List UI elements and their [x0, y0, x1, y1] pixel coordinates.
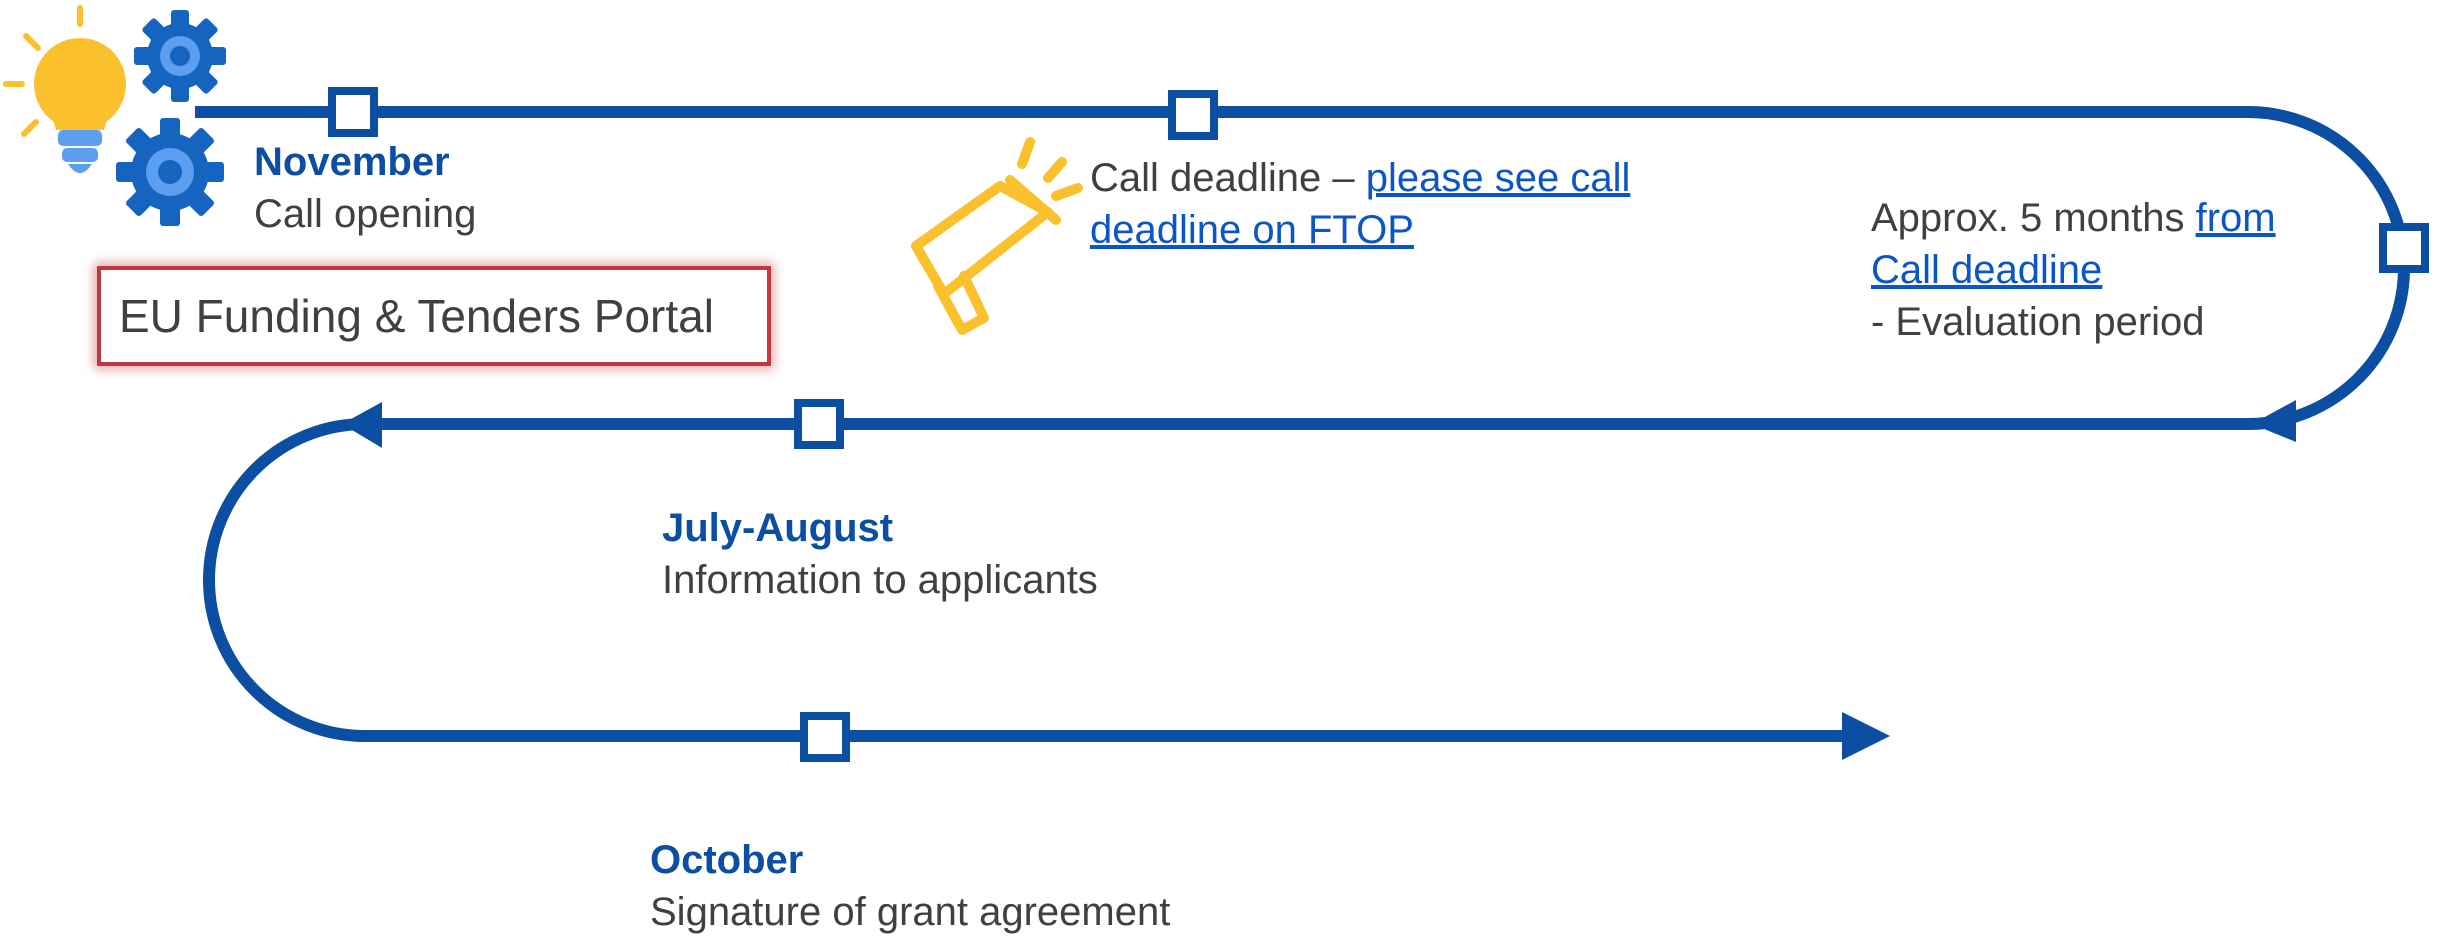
eu-funding-portal-box[interactable]: EU Funding & Tenders Portal	[97, 266, 771, 366]
stage-call-deadline: Call deadline – please see call deadline…	[1090, 152, 1630, 256]
stage-july-august-desc: Information to applicants	[662, 558, 1098, 602]
milestone-marker-evaluation	[2379, 223, 2429, 273]
stage-call-deadline-prefix: Call deadline –	[1090, 156, 1366, 200]
stage-october: October Signature of grant agreement	[650, 834, 1170, 938]
ftop-deadline-link-part2[interactable]: deadline on FTOP	[1090, 208, 1414, 252]
milestone-marker-july-august	[794, 399, 844, 449]
stage-july-august: July-August Information to applicants	[662, 502, 1098, 606]
call-deadline-link-part1[interactable]: from	[2196, 196, 2276, 240]
stage-november-month: November	[254, 140, 450, 184]
stage-october-month: October	[650, 838, 804, 882]
stage-november-desc: Call opening	[254, 192, 477, 236]
stage-october-desc: Signature of grant agreement	[650, 890, 1171, 934]
milestone-marker-october	[800, 712, 850, 762]
stage-november: November Call opening	[254, 136, 476, 240]
lightbulb-gears-icon	[3, 5, 226, 226]
arrowhead-return-left	[342, 402, 382, 448]
call-deadline-link-part2[interactable]: Call deadline	[1871, 248, 2102, 292]
milestone-marker-deadline	[1168, 90, 1218, 140]
stage-call-deadline-line2: deadline on FTOP	[1090, 204, 1630, 256]
stage-july-august-month: July-August	[662, 506, 894, 550]
stage-evaluation-suffix: - Evaluation period	[1871, 300, 2205, 344]
arrowhead-right-end	[1842, 712, 1890, 760]
stage-evaluation-prefix: Approx. 5 months	[1871, 196, 2196, 240]
ftop-deadline-link-part1[interactable]: please see call	[1366, 156, 1631, 200]
megaphone-icon	[911, 137, 1083, 335]
arrowhead-return-right	[2252, 400, 2296, 442]
stage-evaluation-line2: Call deadline	[1871, 244, 2276, 296]
eu-funding-portal-label: EU Funding & Tenders Portal	[119, 290, 714, 342]
milestone-marker-november	[328, 87, 378, 137]
stage-evaluation: Approx. 5 months from Call deadline - Ev…	[1871, 192, 2276, 348]
stage-evaluation-line1: Approx. 5 months from	[1871, 192, 2276, 244]
stage-call-deadline-line1: Call deadline – please see call	[1090, 152, 1630, 204]
